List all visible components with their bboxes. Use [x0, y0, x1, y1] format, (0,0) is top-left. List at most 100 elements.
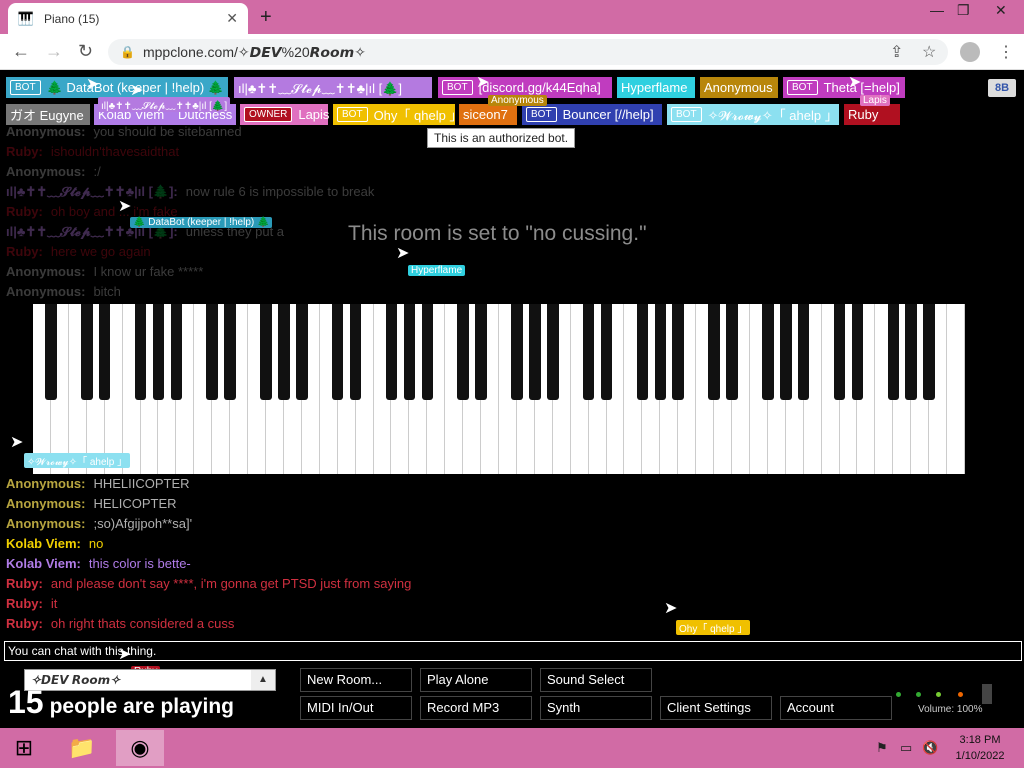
chat-nick[interactable]: Ruby: [6, 244, 43, 259]
user-chip[interactable]: Anonymous [700, 77, 778, 98]
black-key[interactable] [726, 304, 738, 400]
back-icon[interactable]: ← [12, 41, 30, 62]
play-alone-button[interactable]: Play Alone [420, 668, 532, 692]
speaker-muted-icon[interactable]: 🔇 [922, 740, 938, 756]
chat-nick[interactable]: Ruby: [6, 576, 43, 591]
client-settings-button[interactable]: Client Settings [660, 696, 772, 720]
black-key[interactable] [98, 304, 111, 400]
black-key[interactable] [152, 304, 165, 400]
close-window-icon[interactable]: ✕ [995, 2, 1007, 19]
black-key[interactable] [385, 304, 398, 400]
synth-button[interactable]: Synth [540, 696, 652, 720]
volume-indicator [916, 692, 921, 697]
chat-nick[interactable]: ıl|♣✝✝﹏𝓢𝓽𝓮𝓹﹏✝✝♣|ıl [🌲]: [6, 184, 178, 199]
new-tab-button[interactable]: + [260, 6, 272, 29]
black-key[interactable] [475, 304, 487, 400]
chat-nick[interactable]: Kolab Viem: [6, 556, 81, 571]
user-chip[interactable]: OWNER Lapis [240, 104, 329, 125]
black-key[interactable] [797, 304, 810, 400]
taskbar-clock[interactable]: 3:18 PM 1/10/2022 [948, 732, 1012, 764]
black-key[interactable] [170, 304, 183, 400]
menu-icon[interactable]: ⋮ [998, 42, 1014, 62]
volume-knob[interactable] [982, 684, 992, 704]
account-button[interactable]: Account [780, 696, 892, 720]
black-key[interactable] [134, 304, 147, 400]
user-chip[interactable]: ガオ Eugyne [6, 104, 90, 125]
profile-avatar[interactable] [960, 42, 980, 62]
black-key[interactable] [887, 304, 900, 400]
chat-nick[interactable]: Ruby: [6, 596, 43, 611]
black-key[interactable] [636, 304, 649, 400]
black-key[interactable] [600, 304, 613, 400]
black-key[interactable] [349, 304, 362, 400]
user-chip[interactable]: siceon7 [459, 104, 517, 125]
black-key[interactable] [923, 304, 935, 400]
chat-nick[interactable]: Kolab Viem: [6, 536, 81, 551]
bookmark-star-icon[interactable]: ☆ [922, 42, 936, 62]
user-chip[interactable]: BOT ✧𝓦𝓻𝓸𝔀𝔂✧「 ahelp 」 [667, 104, 839, 125]
black-key[interactable] [672, 304, 684, 400]
network-icon[interactable]: ▭ [900, 740, 912, 756]
chat-nick[interactable]: Anonymous: [6, 264, 85, 279]
black-key[interactable] [278, 304, 290, 400]
black-key[interactable] [260, 304, 272, 400]
user-chip[interactable]: BOT Ohy「 qhelp 」 [333, 104, 462, 125]
tab-close-icon[interactable]: ✕ [226, 10, 238, 27]
chat-nick[interactable]: Anonymous: [6, 496, 85, 511]
sound-select-button[interactable]: Sound Select [540, 668, 652, 692]
windows-start-icon[interactable]: ⊞ [0, 730, 48, 766]
flag-icon[interactable]: ⚑ [876, 740, 888, 756]
black-key[interactable] [296, 304, 308, 400]
midi-button[interactable]: MIDI In/Out [300, 696, 412, 720]
browser-tab[interactable]: 🎹 Piano (15) ✕ [8, 3, 248, 34]
file-explorer-icon[interactable]: 📁 [58, 730, 106, 766]
minimize-icon[interactable]: — [930, 2, 944, 18]
record-mp3-button[interactable]: Record MP3 [420, 696, 532, 720]
forward-icon[interactable]: → [45, 41, 63, 62]
user-chip[interactable]: BOT 🌲 DataBot (keeper | !help) 🌲 [6, 77, 228, 98]
black-key[interactable] [457, 304, 469, 400]
black-key[interactable] [403, 304, 416, 400]
black-key[interactable] [331, 304, 344, 400]
toggle-button[interactable]: 8B [988, 79, 1016, 97]
chat-nick[interactable]: Ruby: [6, 616, 43, 631]
chat-nick[interactable]: Anonymous: [6, 516, 85, 531]
restore-icon[interactable]: ❐ [957, 2, 970, 19]
user-chip[interactable]: Ruby [844, 104, 900, 125]
black-key[interactable] [905, 304, 917, 400]
new-room-button[interactable]: New Room... [300, 668, 412, 692]
chat-nick[interactable]: Anonymous: [6, 124, 85, 139]
chat-nick[interactable]: Anonymous: [6, 164, 85, 179]
black-key[interactable] [45, 304, 57, 400]
black-key[interactable] [511, 304, 523, 400]
chat-nick[interactable]: Anonymous: [6, 284, 85, 299]
black-key[interactable] [654, 304, 667, 400]
chrome-icon[interactable]: ◉ [116, 730, 164, 766]
chat-text: :/ [93, 164, 101, 179]
reload-icon[interactable]: ↻ [78, 41, 93, 62]
black-key[interactable] [81, 304, 93, 400]
black-key[interactable] [206, 304, 218, 400]
piano-keyboard[interactable] [33, 304, 965, 474]
black-key[interactable] [547, 304, 559, 400]
black-key[interactable] [851, 304, 864, 400]
chat-input[interactable]: You can chat with this thing. [4, 641, 1022, 661]
chat-nick[interactable]: Anonymous: [6, 476, 85, 491]
black-key[interactable] [224, 304, 236, 400]
black-key[interactable] [780, 304, 792, 400]
black-key[interactable] [529, 304, 541, 400]
user-chip[interactable]: BOT Bouncer [//help] [522, 104, 662, 125]
user-chip[interactable]: Hyperflame [617, 77, 695, 98]
white-key[interactable] [947, 304, 965, 474]
black-key[interactable] [708, 304, 720, 400]
address-bar[interactable]: 🔒 mppclone.com/✧𝘿𝙀𝙑%20𝙍𝙤𝙤𝙢✧ [108, 39, 948, 65]
chat-nick[interactable]: Ruby: [6, 204, 43, 219]
black-key[interactable] [833, 304, 846, 400]
black-key[interactable] [762, 304, 774, 400]
black-key[interactable] [582, 304, 595, 400]
black-key[interactable] [421, 304, 434, 400]
user-chip[interactable]: ıl|♣✝✝﹏𝓢𝓽𝓮𝓹﹏✝✝♣|ıl [🌲] [234, 77, 432, 98]
chevron-up-icon[interactable]: ▲ [251, 670, 275, 690]
share-icon[interactable]: ⇪ [890, 42, 903, 62]
chat-nick[interactable]: Ruby: [6, 144, 43, 159]
